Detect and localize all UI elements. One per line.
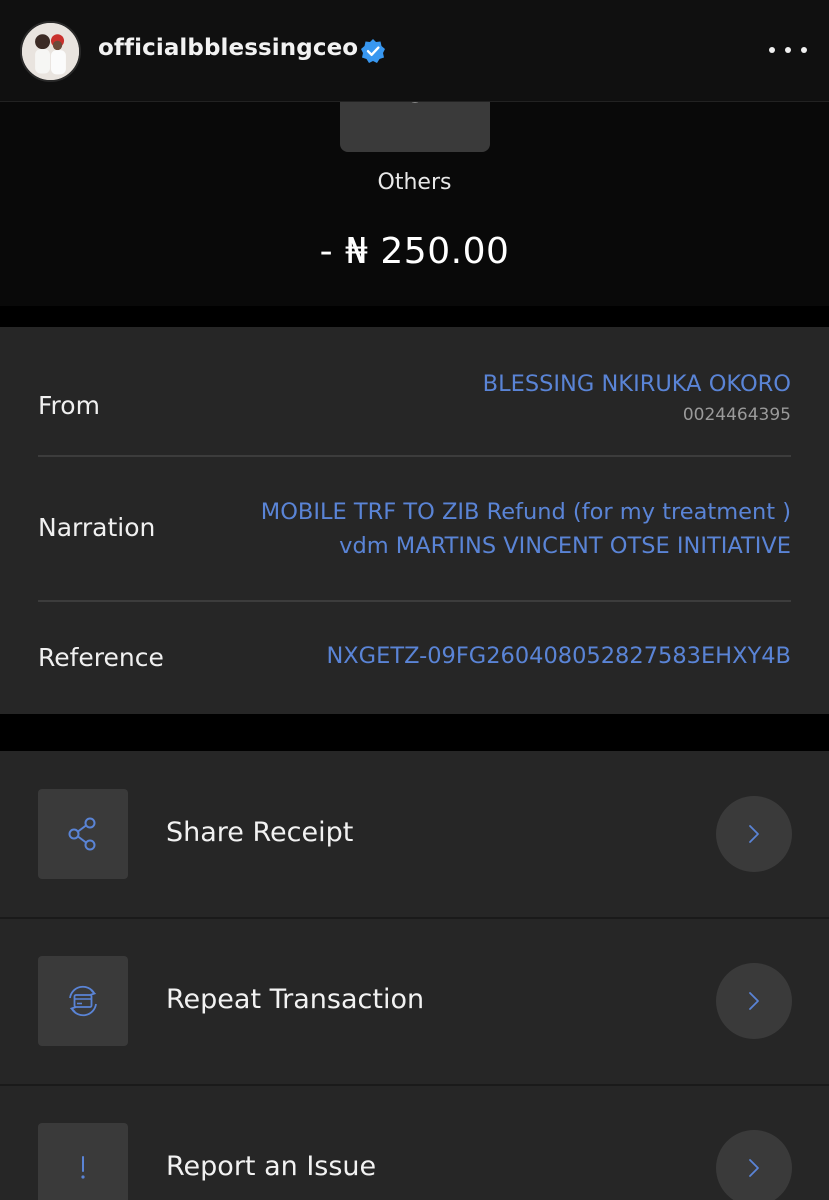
chevron-right-icon	[749, 825, 759, 843]
narration-line-1: MOBILE TRF TO ZIB Refund (for my treatme…	[260, 499, 791, 525]
more-dot	[801, 47, 807, 53]
report-issue-label: Report an Issue	[166, 1151, 377, 1182]
from-row: From BLESSING NKIRUKA OKORO 0024464395	[38, 367, 791, 457]
divider	[38, 600, 791, 602]
share-receipt-chevron-button[interactable]	[716, 796, 792, 872]
share-receipt-action[interactable]: Share Receipt	[0, 751, 829, 917]
verified-badge-icon	[361, 39, 385, 63]
username[interactable]: officialbblessingceo	[98, 35, 358, 61]
share-icon-tile	[38, 789, 128, 879]
share-icon	[68, 817, 96, 851]
repeat-transaction-action[interactable]: Repeat Transaction	[0, 918, 829, 1084]
divider	[38, 455, 791, 457]
report-issue-action[interactable]: Report an Issue	[0, 1085, 829, 1200]
receipt-actions: Share Receipt Repeat Transaction Report …	[0, 751, 829, 1200]
chevron-right-icon	[749, 992, 759, 1010]
repeat-transaction-label: Repeat Transaction	[166, 984, 425, 1015]
report-issue-icon	[81, 1156, 85, 1179]
reference-label: Reference	[38, 643, 164, 672]
page: Others - ₦ 250.00 officialbblessingceo F…	[0, 0, 829, 1200]
reference-row: Reference NXGETZ-09FG260408052827583EHXY…	[38, 639, 791, 689]
repeat-icon-tile	[38, 956, 128, 1046]
narration-row: Narration MOBILE TRF TO ZIB Refund (for …	[38, 495, 791, 575]
from-account-number: 0024464395	[682, 405, 791, 425]
share-receipt-label: Share Receipt	[166, 817, 354, 848]
more-options-button[interactable]	[769, 36, 807, 64]
post-header: officialbblessingceo	[0, 0, 829, 102]
profile-photo	[22, 23, 79, 80]
repeat-transaction-icon	[69, 985, 97, 1017]
category-label: Others	[377, 170, 452, 195]
reference-value: NXGETZ-09FG260408052827583EHXY4B	[326, 643, 791, 669]
more-dot	[785, 47, 791, 53]
more-dot	[769, 47, 775, 53]
report-issue-chevron-button[interactable]	[716, 1130, 792, 1200]
narration-label: Narration	[38, 513, 156, 542]
from-name: BLESSING NKIRUKA OKORO	[482, 371, 791, 397]
repeat-transaction-chevron-button[interactable]	[716, 963, 792, 1039]
chevron-right-icon	[749, 1159, 759, 1177]
transaction-details: From BLESSING NKIRUKA OKORO 0024464395 N…	[0, 327, 829, 714]
transaction-amount: - ₦ 250.00	[319, 231, 510, 272]
from-label: From	[38, 391, 100, 420]
report-icon-tile	[38, 1123, 128, 1200]
narration-line-2: vdm MARTINS VINCENT OTSE INITIATIVE	[339, 533, 791, 559]
avatar[interactable]	[20, 21, 81, 82]
